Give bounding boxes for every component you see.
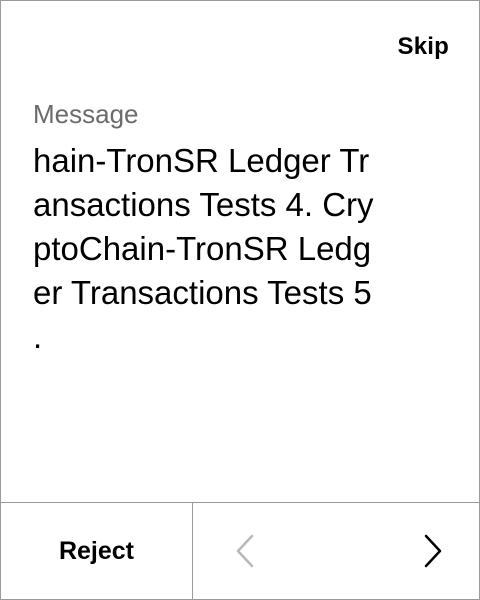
message-line: er Transactions Tests 5 [33, 274, 372, 311]
message-line: ptoChain-TronSR Ledg [33, 230, 372, 267]
message-review-screen: Skip Message hain-TronSR Ledger Tr ansac… [0, 0, 480, 600]
message-label: Message [33, 99, 139, 129]
chevron-left-icon [236, 534, 254, 568]
chevron-right-icon [424, 534, 442, 568]
page-navigation [193, 503, 479, 599]
message-body: hain-TronSR Ledger Tr ansactions Tests 4… [33, 139, 447, 359]
reject-button[interactable]: Reject [1, 503, 193, 599]
next-page-button[interactable] [421, 531, 445, 571]
footer-bar: Reject [1, 502, 479, 599]
message-line: ansactions Tests 4. Cry [33, 186, 374, 223]
message-line: . [33, 318, 43, 355]
message-line: hain-TronSR Ledger Tr [33, 142, 370, 179]
previous-page-button[interactable] [233, 531, 257, 571]
skip-button[interactable]: Skip [398, 33, 449, 61]
